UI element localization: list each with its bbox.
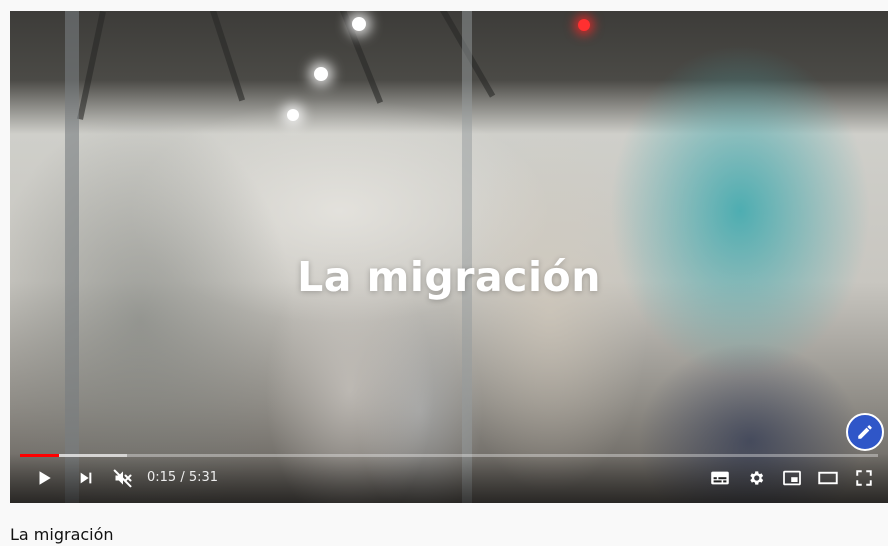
video-player[interactable]: La migración 0:15 / 5:31 bbox=[10, 11, 888, 503]
subtitles-button[interactable] bbox=[708, 466, 732, 490]
theater-mode-button[interactable] bbox=[816, 466, 840, 490]
time-display: 0:15 / 5:31 bbox=[147, 470, 218, 485]
play-icon bbox=[39, 471, 51, 485]
miniplayer-button[interactable] bbox=[780, 466, 804, 490]
settings-icon bbox=[750, 471, 764, 485]
next-icon bbox=[80, 472, 92, 484]
miniplayer-icon bbox=[783, 470, 801, 486]
mute-button[interactable] bbox=[110, 466, 136, 490]
time-separator: / bbox=[176, 470, 189, 485]
settings-button[interactable] bbox=[744, 466, 768, 490]
play-button[interactable] bbox=[32, 466, 56, 490]
theater-icon bbox=[818, 471, 838, 485]
edit-button[interactable] bbox=[846, 413, 884, 451]
video-overlay-title: La migración bbox=[297, 253, 601, 301]
video-title: La migración bbox=[10, 525, 114, 544]
progress-bar[interactable] bbox=[20, 454, 878, 457]
next-button[interactable] bbox=[74, 466, 98, 490]
duration: 5:31 bbox=[188, 470, 219, 485]
current-time: 0:15 bbox=[147, 470, 177, 485]
fullscreen-icon bbox=[856, 470, 872, 486]
subtitles-icon bbox=[711, 471, 729, 485]
progress-played bbox=[20, 454, 59, 457]
player-controls: 0:15 / 5:31 bbox=[10, 453, 888, 503]
fullscreen-button[interactable] bbox=[852, 466, 876, 490]
pencil-icon bbox=[858, 425, 872, 439]
mute-icon bbox=[113, 469, 132, 488]
